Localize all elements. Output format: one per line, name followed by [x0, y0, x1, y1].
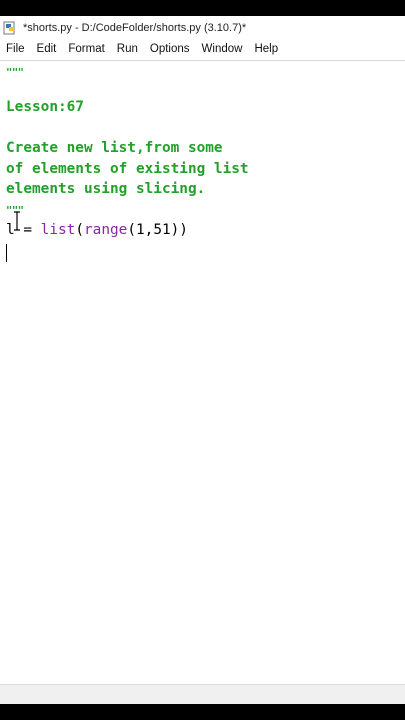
- python-file-icon: [3, 21, 17, 35]
- builtin-list: list: [40, 222, 76, 238]
- builtin-range: range: [84, 222, 128, 238]
- menu-bar: File Edit Format Run Options Window Help: [0, 40, 405, 58]
- window-title: *shorts.py - D:/CodeFolder/shorts.py (3.…: [23, 22, 247, 34]
- call-args: (1,51)): [127, 222, 188, 238]
- i-beam-cursor-icon: [13, 211, 21, 231]
- idle-editor-window: *shorts.py - D:/CodeFolder/shorts.py (3.…: [0, 16, 405, 704]
- open-paren: (: [75, 222, 84, 238]
- status-bar: [0, 684, 405, 704]
- menu-edit[interactable]: Edit: [31, 43, 63, 55]
- text-caret: [6, 244, 7, 262]
- docstring-line: of elements of existing list: [6, 160, 249, 177]
- menu-file[interactable]: File: [0, 43, 31, 55]
- docstring-line: Lesson:67: [6, 99, 84, 115]
- code-editor[interactable]: """ Lesson:67 Create new list,from some …: [0, 61, 405, 686]
- docstring-line: Create new list,from some: [6, 140, 223, 156]
- docstring-open: """: [6, 67, 24, 79]
- menu-options[interactable]: Options: [144, 43, 196, 55]
- docstring-line: elements using slicing.: [6, 181, 206, 198]
- title-bar: *shorts.py - D:/CodeFolder/shorts.py (3.…: [0, 16, 405, 40]
- code-line: l = list(range(1,51)): [6, 220, 188, 241]
- menu-window[interactable]: Window: [196, 43, 249, 55]
- menu-format[interactable]: Format: [62, 43, 110, 55]
- menu-run[interactable]: Run: [111, 43, 144, 55]
- menu-help[interactable]: Help: [248, 43, 284, 55]
